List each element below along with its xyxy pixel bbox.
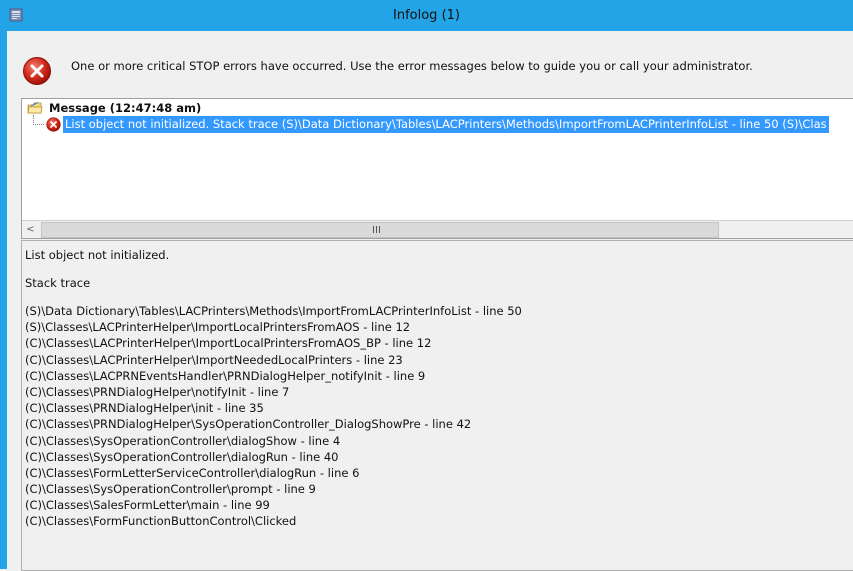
stack-trace-line: (C)\Classes\LACPRNEventsHandler\PRNDialo… xyxy=(25,368,426,383)
stack-trace-line: (C)\Classes\LACPrinterHelper\ImportNeede… xyxy=(25,352,403,367)
title-bar[interactable]: Infolog (1) xyxy=(0,0,853,31)
stack-trace-line: (C)\Classes\FormLetterServiceController\… xyxy=(25,465,360,480)
error-summary-text: One or more critical STOP errors have oc… xyxy=(71,59,753,73)
stack-trace-line: (C)\Classes\FormFunctionButtonControl\Cl… xyxy=(25,514,297,529)
message-tree[interactable]: Message (12:47:48 am) List object not in… xyxy=(21,98,853,239)
stack-trace-line: (C)\Classes\PRNDialogHelper\init - line … xyxy=(25,401,264,416)
stack-trace-line: (C)\Classes\SysOperationController\dialo… xyxy=(25,449,339,464)
horizontal-scrollbar[interactable]: < xyxy=(22,220,853,238)
stack-trace-heading: Stack trace xyxy=(25,276,91,290)
stack-trace-line: (C)\Classes\SalesFormLetter\main - line … xyxy=(25,498,270,513)
scroll-left-button[interactable]: < xyxy=(22,221,39,238)
stack-trace-line: (C)\Classes\SysOperationController\dialo… xyxy=(25,433,341,448)
infolog-window: Infolog (1) One or more critical STOP er… xyxy=(0,0,853,571)
message-detail-text: List object not initialized. Stack trace… xyxy=(25,247,522,530)
stack-trace-line: (C)\Classes\LACPrinterHelper\ImportLocal… xyxy=(25,336,432,351)
tree-item-label: List object not initialized. Stack trace… xyxy=(63,116,829,133)
message-detail-pane[interactable]: List object not initialized. Stack trace… xyxy=(21,240,853,571)
stack-trace-list: (S)\Data Dictionary\Tables\LACPrinters\M… xyxy=(25,303,522,530)
thumb-grip-icon xyxy=(373,226,380,233)
tree-connector-line xyxy=(33,115,44,125)
error-icon xyxy=(46,117,61,132)
error-message-line: List object not initialized. xyxy=(25,248,170,262)
stack-trace-line: (S)\Data Dictionary\Tables\LACPrinters\M… xyxy=(25,304,522,318)
stack-trace-line: (C)\Classes\PRNDialogHelper\notifyInit -… xyxy=(25,384,290,399)
scroll-thumb[interactable] xyxy=(41,222,719,238)
dialog-client-area: One or more critical STOP errors have oc… xyxy=(7,31,853,571)
tree-group-label: Message (12:47:48 am) xyxy=(49,101,202,115)
stack-trace-line: (C)\Classes\SysOperationController\promp… xyxy=(25,482,316,497)
stack-trace-line: (C)\Classes\PRNDialogHelper\SysOperation… xyxy=(25,417,472,432)
error-icon xyxy=(23,57,51,85)
message-folder-icon xyxy=(27,101,43,114)
stack-trace-line: (S)\Classes\LACPrinterHelper\ImportLocal… xyxy=(25,320,411,335)
window-title: Infolog (1) xyxy=(393,8,460,23)
